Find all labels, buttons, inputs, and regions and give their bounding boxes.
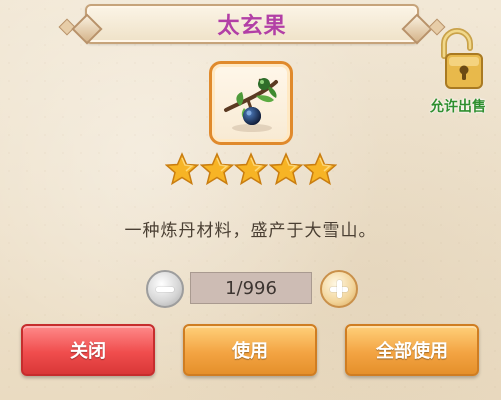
star-icon <box>303 152 337 186</box>
item-icon-frame <box>209 61 293 145</box>
item-detail-panel: 太玄果 允许出售 一种炼丹材料，盛产于大雪山。 1/996 关闭 使用 全部使用 <box>0 0 501 400</box>
star-icon <box>234 152 268 186</box>
allow-sale-toggle[interactable]: 允许出售 <box>418 26 498 120</box>
close-button[interactable]: 关闭 <box>21 324 155 376</box>
use-button[interactable]: 使用 <box>183 324 317 376</box>
quantity-increase-button[interactable] <box>320 270 358 308</box>
quantity-field[interactable]: 1/996 <box>190 272 312 304</box>
item-description: 一种炼丹材料，盛产于大雪山。 <box>124 221 377 241</box>
quantity-decrease-button[interactable] <box>146 270 184 308</box>
title-bar: 太玄果 <box>58 4 446 45</box>
star-icon <box>165 152 199 186</box>
rarity-stars <box>165 152 337 188</box>
fruit-branch-icon <box>224 78 278 132</box>
unlocked-padlock-icon <box>441 28 483 89</box>
title-ornament-left-inner <box>71 13 103 45</box>
use-all-button[interactable]: 全部使用 <box>345 324 479 376</box>
star-icon <box>199 152 234 186</box>
minus-icon <box>156 287 174 292</box>
allow-sale-label: 允许出售 <box>430 99 486 115</box>
star-icon <box>268 152 303 186</box>
item-title: 太玄果 <box>217 14 287 39</box>
